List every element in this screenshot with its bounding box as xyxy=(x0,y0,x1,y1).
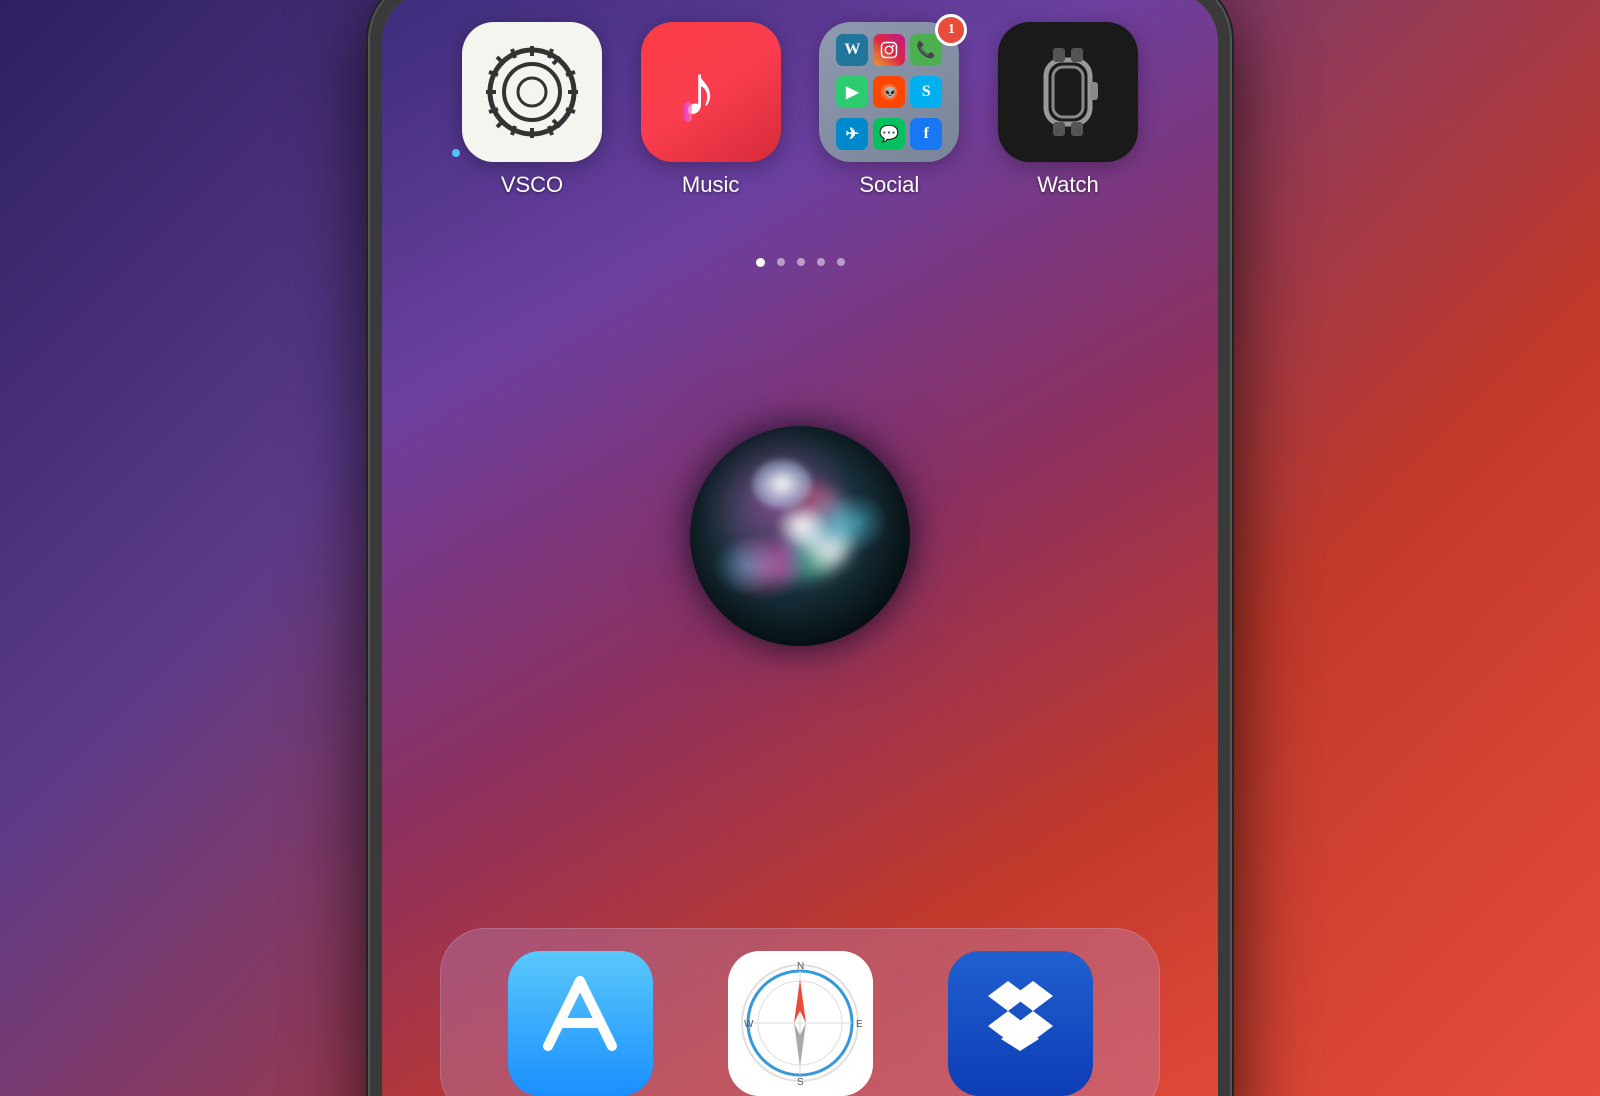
mini-app-facetime: ▶ xyxy=(836,76,868,108)
svg-text:S: S xyxy=(797,1077,804,1088)
social-label: Social xyxy=(859,172,919,198)
social-folder-icon: W 📞 xyxy=(819,22,959,162)
dock-safari-icon[interactable]: N S W E xyxy=(728,951,873,1096)
music-icon: ♪ xyxy=(641,22,781,162)
app-item-music[interactable]: ♪ Music xyxy=(641,22,781,198)
vsco-label: VSCO xyxy=(501,172,563,198)
mini-app-facebook: f xyxy=(910,118,942,150)
phone-screen: VSCO ♪ xyxy=(382,0,1218,1096)
page-dot-3 xyxy=(797,258,805,266)
mini-app-instagram xyxy=(873,34,905,66)
music-label: Music xyxy=(682,172,739,198)
svg-text:E: E xyxy=(856,1019,863,1030)
dock: N S W E xyxy=(440,928,1160,1096)
vsco-dot-indicator xyxy=(452,149,460,157)
page-dot-2 xyxy=(777,258,785,266)
svg-text:👽: 👽 xyxy=(884,86,897,99)
page-dot-5 xyxy=(837,258,845,266)
vsco-icon xyxy=(462,22,602,162)
svg-text:W: W xyxy=(744,1019,754,1030)
mini-app-reddit: 👽 xyxy=(873,76,905,108)
app-item-social[interactable]: W 📞 xyxy=(819,22,959,198)
phone-container: VSCO ♪ xyxy=(0,0,1600,1096)
mini-app-telegram: ✈ xyxy=(836,118,868,150)
phone-frame: VSCO ♪ xyxy=(370,0,1230,1096)
page-dot-1 xyxy=(756,258,765,267)
watch-label: Watch xyxy=(1037,172,1099,198)
dock-appstore-icon[interactable] xyxy=(508,951,653,1096)
app-item-watch[interactable]: Watch xyxy=(998,22,1138,198)
siri-orb[interactable] xyxy=(690,426,910,646)
mini-app-wordpress: W xyxy=(836,34,868,66)
siri-bright-center xyxy=(774,503,829,548)
app-item-vsco[interactable]: VSCO xyxy=(462,22,602,198)
apps-area: VSCO ♪ xyxy=(382,22,1218,317)
page-dots xyxy=(442,258,1158,267)
mini-app-skype: S xyxy=(910,76,942,108)
watch-icon xyxy=(998,22,1138,162)
mini-app-wechat: 💬 xyxy=(873,118,905,150)
siri-blue-blob xyxy=(712,536,782,596)
top-apps-row: VSCO ♪ xyxy=(442,22,1158,198)
notification-badge-social: 1 xyxy=(935,14,967,46)
dock-dropbox-icon[interactable] xyxy=(948,951,1093,1096)
svg-text:N: N xyxy=(797,961,804,972)
page-dot-4 xyxy=(817,258,825,266)
